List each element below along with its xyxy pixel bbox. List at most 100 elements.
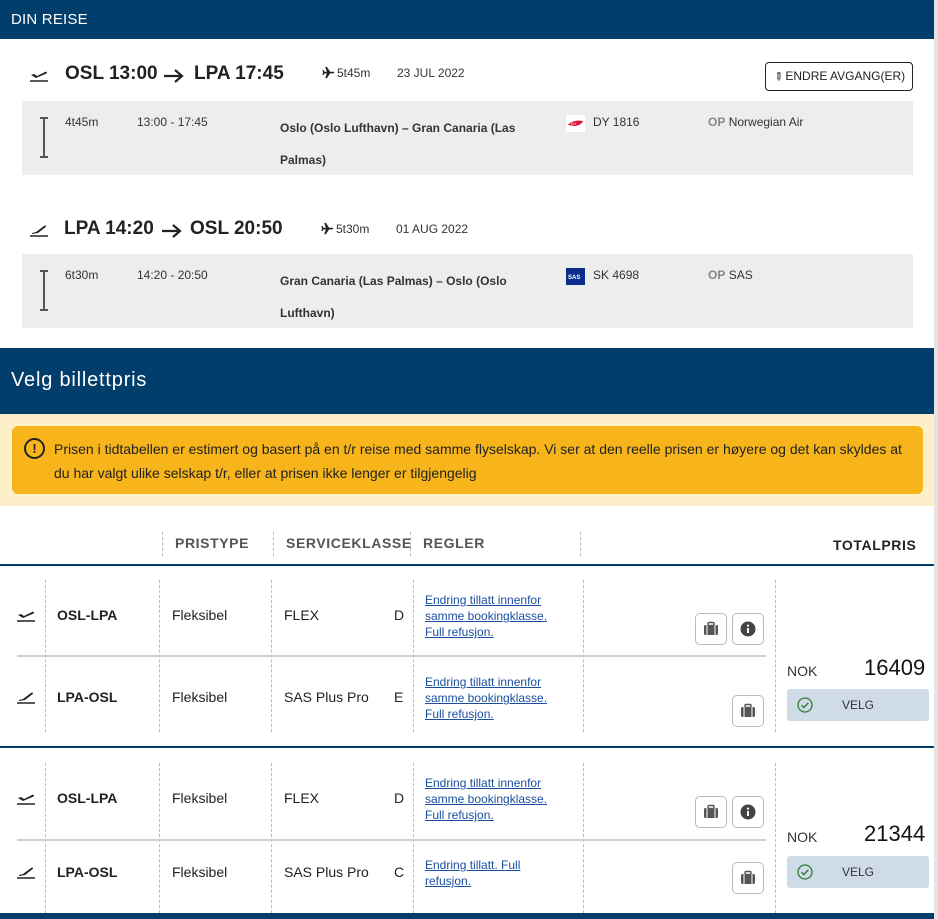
segment-duration: 6t30m — [65, 268, 99, 282]
svg-text:DY: DY — [571, 121, 577, 126]
segment-operator: OP SAS — [708, 268, 753, 282]
segment-return: 6t30m 14:20 - 20:50 Gran Canaria (Las Pa… — [22, 254, 913, 328]
leg-date: 23 JUL 2022 — [397, 66, 465, 80]
trip-header: DIN REISE — [0, 0, 934, 39]
leg-duration: 5t30m — [321, 222, 369, 236]
option-divider — [0, 564, 934, 566]
segment-flight-number: DY 1816 — [593, 115, 640, 129]
col-divider — [775, 763, 776, 913]
baggage-button[interactable] — [695, 796, 727, 828]
plane-landing-icon — [17, 867, 35, 879]
column-pristype: PRISTYPE — [175, 535, 250, 551]
info-button[interactable] — [732, 796, 764, 828]
row-serviceklasse: FLEX — [284, 790, 320, 806]
rules-link[interactable]: Endring tillatt innenfor samme bookingkl… — [425, 592, 560, 640]
header-divider — [273, 532, 274, 556]
row-route: OSL-LPA — [57, 790, 118, 806]
plane-takeoff-icon — [17, 794, 35, 805]
check-circle-icon — [797, 864, 813, 880]
bottom-bar — [0, 913, 934, 919]
leg-route-to: LPA 17:45 — [194, 63, 284, 84]
column-serviceklasse: SERVICEKLASSE — [286, 535, 412, 551]
plane-icon — [322, 66, 335, 79]
leg-route-from: LPA 14:20 — [64, 218, 154, 239]
rules-link[interactable]: Endring tillatt innenfor samme bookingkl… — [425, 775, 560, 823]
row-route: LPA-OSL — [57, 864, 118, 880]
segment-timeline — [40, 117, 48, 158]
row-route: LPA-OSL — [57, 689, 118, 705]
leg-route-from: OSL 13:00 — [65, 63, 158, 84]
col-divider — [45, 763, 46, 913]
baggage-button[interactable] — [732, 695, 764, 727]
header-divider — [162, 532, 163, 556]
segment-outbound: 4t45m 13:00 - 17:45 Oslo (Oslo Lufthavn)… — [22, 101, 913, 175]
row-pristype: Fleksibel — [172, 689, 228, 705]
leg-duration: 5t45m — [322, 66, 370, 80]
check-circle-icon — [797, 697, 813, 713]
col-divider — [583, 763, 584, 913]
leg-route-to: OSL 20:50 — [190, 218, 283, 239]
info-icon — [740, 621, 756, 637]
plane-landing-icon — [30, 225, 48, 237]
change-departure-button[interactable]: ✎ ENDRE AVGANG(ER) — [765, 62, 913, 91]
row-divider — [17, 839, 766, 841]
row-pristype: Fleksibel — [172, 864, 228, 880]
svg-text:SAS: SAS — [568, 275, 580, 281]
total-price: 21344 — [864, 821, 926, 846]
suitcase-icon — [704, 621, 718, 635]
leg-return: LPA 14:20 OSL 20:50 5t30m 01 AUG 2022 — [0, 210, 934, 250]
segment-flight-number: SK 4698 — [593, 268, 640, 282]
info-button[interactable] — [732, 613, 764, 645]
suitcase-icon — [704, 804, 718, 818]
sas-logo: SAS — [566, 268, 585, 285]
segment-times: 14:20 - 20:50 — [137, 268, 208, 282]
segment-timeline — [40, 270, 48, 311]
total-price: 16409 — [864, 655, 926, 680]
rules-link[interactable]: Endring tillatt innenfor samme bookingkl… — [425, 674, 560, 722]
segment-times: 13:00 - 17:45 — [137, 115, 208, 129]
plane-takeoff-icon — [17, 611, 35, 622]
row-booking-code: E — [394, 689, 404, 705]
select-price-button[interactable]: VELG — [787, 689, 929, 721]
segment-operator: OP Norwegian Air — [708, 115, 804, 129]
baggage-button[interactable] — [695, 613, 727, 645]
arrow-right-icon — [164, 69, 184, 83]
plane-landing-icon — [17, 692, 35, 704]
exclamation-icon: ! — [24, 438, 45, 459]
currency-label: NOK — [787, 829, 818, 845]
pricing-title: Velg billettpris — [0, 348, 934, 414]
plane-takeoff-icon — [30, 71, 48, 82]
col-divider — [271, 763, 272, 913]
option-divider — [0, 746, 934, 748]
row-pristype: Fleksibel — [172, 790, 228, 806]
suitcase-icon — [741, 870, 755, 884]
row-serviceklasse: FLEX — [284, 607, 320, 623]
suitcase-icon — [741, 703, 755, 717]
row-route: OSL-LPA — [57, 607, 118, 623]
segment-description: Gran Canaria (Las Palmas) – Oslo (Oslo L… — [280, 274, 507, 320]
baggage-button[interactable] — [732, 862, 764, 894]
warning-text: Prisen i tidtabellen er estimert og base… — [54, 441, 902, 481]
leg-date: 01 AUG 2022 — [396, 222, 469, 236]
row-booking-code: D — [394, 607, 405, 623]
select-price-button[interactable]: VELG — [787, 856, 929, 888]
col-divider — [159, 763, 160, 913]
segment-duration: 4t45m — [65, 115, 99, 129]
col-divider — [775, 580, 776, 732]
row-booking-code: D — [394, 790, 405, 806]
warning-section: ! Prisen i tidtabellen er estimert og ba… — [0, 414, 934, 506]
header-divider — [580, 532, 581, 556]
row-serviceklasse: SAS Plus Pro — [284, 864, 369, 880]
currency-label: NOK — [787, 663, 818, 679]
segment-description: Oslo (Oslo Lufthavn) – Gran Canaria (Las… — [280, 121, 516, 167]
plane-icon — [321, 222, 334, 235]
row-serviceklasse: SAS Plus Pro — [284, 689, 369, 705]
column-regler: REGLER — [423, 535, 485, 551]
info-icon — [740, 804, 756, 820]
price-warning: ! Prisen i tidtabellen er estimert og ba… — [12, 426, 923, 494]
arrow-right-icon — [162, 224, 182, 238]
row-booking-code: C — [394, 864, 405, 880]
column-totalpris: TOTALPRIS — [833, 537, 917, 553]
rules-link[interactable]: Endring tillatt. Full refusjon. — [425, 857, 560, 889]
row-pristype: Fleksibel — [172, 607, 228, 623]
